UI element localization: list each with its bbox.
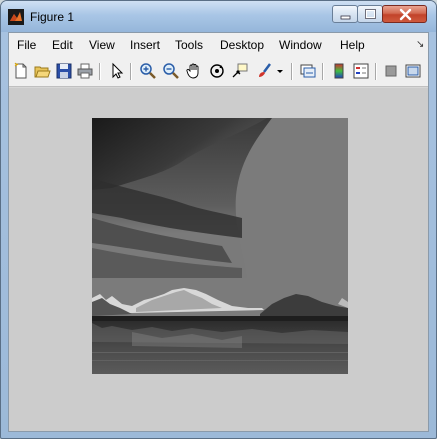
minimize-button[interactable] [332, 5, 358, 23]
rotate-3d-icon[interactable] [208, 62, 226, 80]
open-file-icon[interactable] [33, 62, 51, 80]
zoom-in-icon[interactable] [139, 62, 157, 80]
menu-view[interactable]: View [89, 38, 115, 52]
menu-help[interactable]: Help [340, 38, 365, 52]
title-bar[interactable]: Figure 1 [1, 1, 436, 32]
matlab-logo-icon [8, 9, 24, 25]
figure-client-area: File Edit View Insert Tools Desktop Wind… [8, 32, 429, 432]
print-icon[interactable] [76, 62, 94, 80]
window-title: Figure 1 [30, 10, 75, 24]
menu-insert[interactable]: Insert [130, 38, 160, 52]
link-plot-icon[interactable] [299, 62, 317, 80]
dock-arrow-icon[interactable]: ↘ [416, 39, 424, 50]
figure-toolbar [9, 57, 428, 87]
close-button[interactable] [382, 5, 427, 23]
figure-window: Figure 1 File Edit View Insert Tools Des… [0, 0, 437, 439]
menu-bar: File Edit View Insert Tools Desktop Wind… [9, 33, 428, 57]
zoom-out-icon[interactable] [162, 62, 180, 80]
show-plot-tools-icon[interactable] [404, 62, 422, 80]
menu-tools[interactable]: Tools [175, 38, 203, 52]
figure-canvas[interactable] [9, 88, 428, 431]
brush-icon[interactable] [255, 62, 273, 80]
displayed-image [92, 118, 348, 374]
data-cursor-icon[interactable] [231, 62, 249, 80]
menu-desktop[interactable]: Desktop [220, 38, 264, 52]
menu-edit[interactable]: Edit [52, 38, 73, 52]
edit-plot-arrow-icon[interactable] [108, 62, 126, 80]
insert-colorbar-icon[interactable] [330, 62, 348, 80]
brush-dropdown-icon[interactable] [275, 62, 285, 80]
menu-file[interactable]: File [17, 38, 36, 52]
toolbar-separator [291, 63, 293, 80]
menu-window[interactable]: Window [279, 38, 322, 52]
save-icon[interactable] [55, 62, 73, 80]
maximize-icon [365, 9, 376, 19]
minimize-icon [340, 15, 351, 20]
toolbar-separator [99, 63, 101, 80]
pan-hand-icon[interactable] [185, 62, 203, 80]
maximize-button[interactable] [357, 5, 383, 23]
close-icon [399, 8, 412, 21]
new-figure-icon[interactable] [12, 62, 30, 80]
toolbar-separator [322, 63, 324, 80]
toolbar-separator [375, 63, 377, 80]
insert-legend-icon[interactable] [352, 62, 370, 80]
toolbar-separator [130, 63, 132, 80]
hide-plot-tools-icon[interactable] [382, 62, 400, 80]
